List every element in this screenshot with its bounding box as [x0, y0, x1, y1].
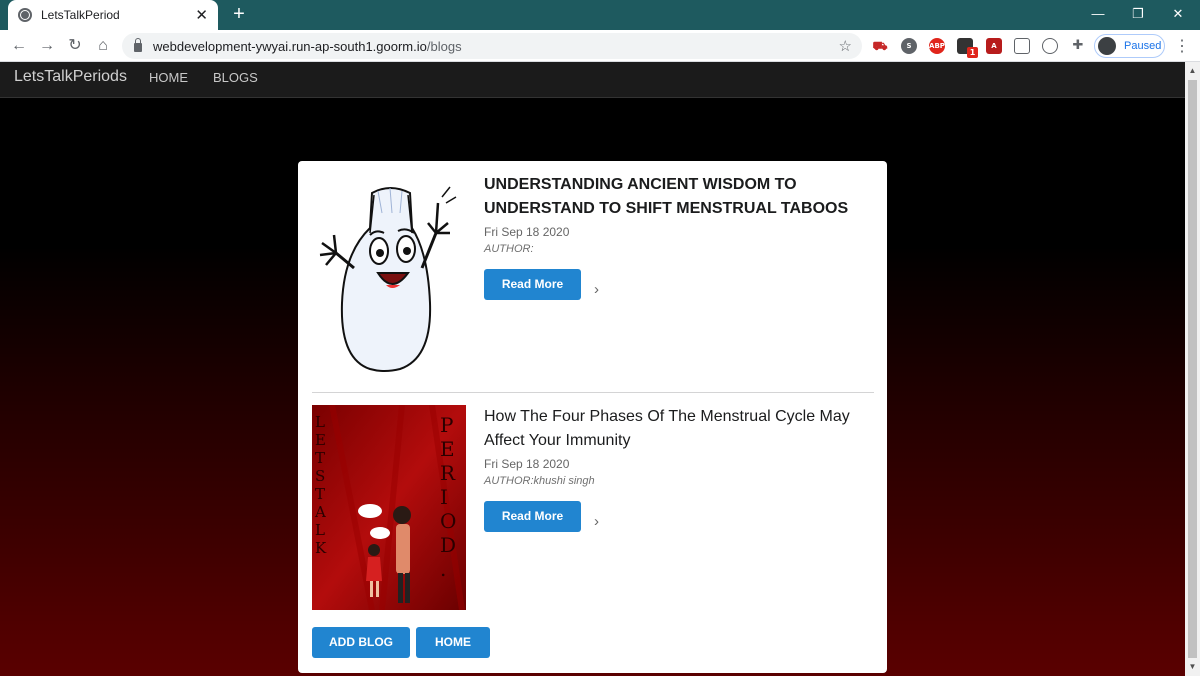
blog-item-content: How The Four Phases Of The Menstrual Cyc… — [484, 405, 874, 532]
nav-home-link[interactable]: HOME — [149, 70, 188, 85]
poster-right-text: PERIOD. — [440, 413, 457, 581]
address-bar[interactable]: webdevelopment-ywyai.run-ap-south1.goorm… — [122, 33, 862, 59]
back-button[interactable]: ← — [8, 35, 30, 57]
globe-extension-icon[interactable] — [1042, 38, 1058, 54]
page-scrollbar[interactable]: ▲ ▼ — [1185, 62, 1200, 676]
site-navbar: LetsTalkPeriods HOME BLOGS — [0, 62, 1185, 98]
reload-button[interactable]: ↻ — [64, 35, 86, 57]
add-blog-button[interactable]: ADD BLOG — [312, 627, 410, 658]
blog-list-card: UNDERSTANDING ANCIENT WISDOM TO UNDERSTA… — [298, 161, 887, 673]
lock-icon — [134, 37, 142, 52]
chevron-right-icon: › — [594, 281, 599, 299]
tab-strip: LetsTalkPeriod ✕ + — ❐ ✕ — [0, 0, 1200, 30]
forward-button[interactable]: → — [36, 35, 58, 57]
blog-title[interactable]: How The Four Phases Of The Menstrual Cyc… — [484, 405, 874, 453]
blog-author: AUTHOR: — [484, 243, 534, 255]
extension-count-badge: 1 — [967, 47, 978, 58]
minimize-button[interactable]: — — [1078, 0, 1118, 30]
skype-icon[interactable]: S — [901, 38, 917, 54]
blog-author: AUTHOR:khushi singh — [484, 475, 595, 487]
cartoon-pad-image — [312, 173, 466, 378]
nav-blogs-link[interactable]: BLOGS — [213, 70, 258, 85]
blog-date: Fri Sep 18 2020 — [484, 225, 570, 239]
extension-red-icon[interactable]: ⛟ — [872, 38, 888, 54]
browser-tab[interactable]: LetsTalkPeriod ✕ — [8, 0, 218, 30]
scroll-thumb[interactable] — [1188, 80, 1197, 658]
close-tab-icon[interactable]: ✕ — [195, 6, 208, 24]
new-tab-button[interactable]: + — [228, 3, 250, 25]
url-host: webdevelopment-ywyai.run-ap-south1.goorm… — [153, 38, 427, 54]
home-button[interactable]: ⌂ — [92, 35, 114, 57]
profile-button[interactable]: Paused — [1094, 34, 1165, 58]
browser-toolbar: ← → ↻ ⌂ webdevelopment-ywyai.run-ap-sout… — [0, 30, 1200, 62]
url-path: /blogs — [426, 38, 462, 54]
site-brand[interactable]: LetsTalkPeriods — [14, 68, 127, 86]
adblock-icon[interactable]: ABP — [929, 38, 945, 54]
bookmark-star-icon[interactable]: ☆ — [839, 37, 852, 55]
scroll-down-arrow-icon[interactable]: ▼ — [1185, 660, 1200, 674]
poster-left-text: LETS TALK — [315, 413, 327, 557]
home-page-button[interactable]: HOME — [416, 627, 490, 658]
browser-menu-icon[interactable]: ⋮ — [1172, 36, 1192, 56]
extensions-puzzle-icon[interactable]: ✚ — [1070, 38, 1086, 54]
pdf-icon[interactable]: A — [986, 38, 1002, 54]
restore-button[interactable]: ❐ — [1118, 0, 1158, 30]
blog-item-content: UNDERSTANDING ANCIENT WISDOM TO UNDERSTA… — [484, 173, 874, 300]
item-divider — [312, 392, 874, 393]
blog-date: Fri Sep 18 2020 — [484, 457, 570, 471]
reader-icon[interactable] — [1014, 38, 1030, 54]
lets-talk-period-poster: LETS TALK PERIOD. — [312, 405, 466, 610]
globe-icon — [18, 8, 32, 22]
url-text: webdevelopment-ywyai.run-ap-south1.goorm… — [153, 39, 839, 54]
blog-title[interactable]: UNDERSTANDING ANCIENT WISDOM TO UNDERSTA… — [484, 173, 874, 221]
avatar — [1098, 37, 1116, 55]
page-viewport: LetsTalkPeriods HOME BLOGS UNDERSTANDING… — [0, 62, 1185, 676]
tab-title: LetsTalkPeriod — [41, 8, 120, 22]
read-more-button[interactable]: Read More — [484, 269, 581, 300]
close-window-button[interactable]: ✕ — [1158, 0, 1198, 30]
scroll-up-arrow-icon[interactable]: ▲ — [1185, 64, 1200, 78]
profile-status: Paused — [1124, 40, 1162, 52]
chevron-right-icon: › — [594, 513, 599, 531]
read-more-button[interactable]: Read More — [484, 501, 581, 532]
